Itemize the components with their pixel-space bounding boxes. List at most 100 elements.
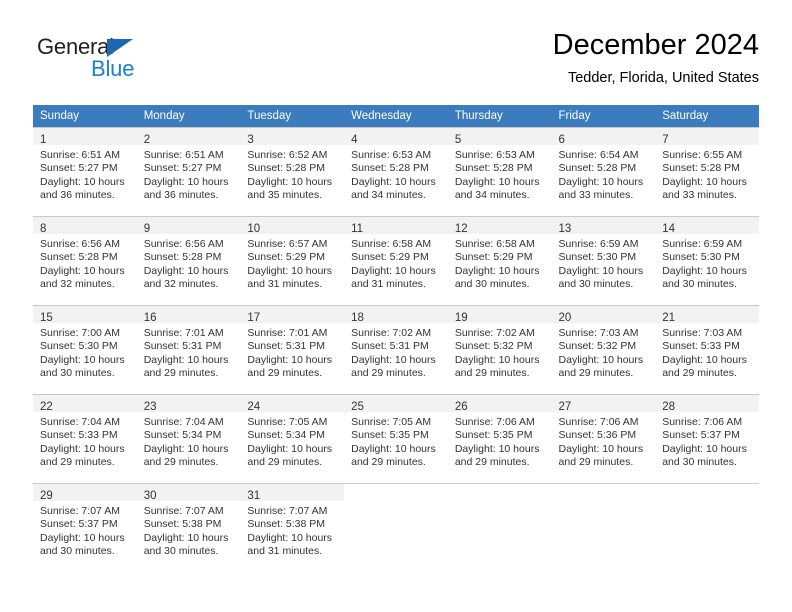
day-cell[interactable]: 26 Sunrise: 7:06 AM Sunset: 5:35 PM Dayligh… [447,394,552,483]
day-number: 9 [143,223,151,235]
day-cell[interactable]: 8 Sunrise: 6:56 AM Sunset: 5:28 PM Daylight… [33,216,137,305]
day-cell[interactable]: 16 Sunrise: 7:01 AM Sunset: 5:31 PM Dayligh… [136,305,241,394]
daylight-text: Daylight: 10 hours and 31 minutes. [351,264,436,291]
day-number-band: 18 [344,306,448,324]
day-cell[interactable]: 24 Sunrise: 7:05 AM Sunset: 5:34 PM Dayligh… [240,394,345,483]
day-cell-inner [551,483,656,572]
day-number: 8 [40,223,47,235]
day-number-band: 7 [655,128,759,146]
day-number-band: 6 [551,128,656,146]
sunrise-text: Sunrise: 7:07 AM [40,505,120,517]
day-cell[interactable]: 7 Sunrise: 6:55 AM Sunset: 5:28 PM Daylight… [655,127,759,216]
day-number: 4 [351,134,358,146]
sunset-text: Sunset: 5:28 PM [40,251,118,264]
day-cell-inner: 26 Sunrise: 7:06 AM Sunset: 5:35 PM Dayligh… [447,394,552,483]
sunset-text: Sunset: 5:29 PM [247,251,326,264]
day-cell-inner: 29 Sunrise: 7:07 AM Sunset: 5:37 PM Dayligh… [33,483,137,572]
day-number-band: 22 [33,395,137,413]
day-cell[interactable]: 31 Sunrise: 7:07 AM Sunset: 5:38 PM Dayligh… [240,483,345,572]
day-number: 7 [662,134,669,146]
day-cell[interactable]: 30 Sunrise: 7:07 AM Sunset: 5:38 PM Dayligh… [136,483,241,572]
day-details: Sunrise: 7:06 AM Sunset: 5:35 PM Daylight:… [448,412,552,470]
day-cell[interactable]: 29 Sunrise: 7:07 AM Sunset: 5:37 PM Dayligh… [33,483,137,572]
day-cell[interactable]: 20 Sunrise: 7:03 AM Sunset: 5:32 PM Dayligh… [551,305,656,394]
daylight-text: Daylight: 10 hours and 34 minutes. [351,175,436,202]
day-cell[interactable]: 25 Sunrise: 7:05 AM Sunset: 5:35 PM Dayligh… [344,394,448,483]
daylight-text: Daylight: 10 hours and 30 minutes. [143,531,229,558]
day-cell[interactable]: 6 Sunrise: 6:54 AM Sunset: 5:28 PM Daylight… [551,127,656,216]
day-details: Sunrise: 7:06 AM Sunset: 5:37 PM Daylight:… [655,412,759,470]
day-cell[interactable]: 27 Sunrise: 7:06 AM Sunset: 5:36 PM Dayligh… [551,394,656,483]
day-cell[interactable]: 21 Sunrise: 7:03 AM Sunset: 5:33 PM Dayligh… [655,305,759,394]
day-number: 25 [351,401,364,413]
day-number-band: 15 [33,306,137,324]
daylight-text: Daylight: 10 hours and 36 minutes. [40,175,125,202]
weekday-header-monday: Monday [136,105,241,127]
day-cell[interactable]: 3 Sunrise: 6:52 AM Sunset: 5:28 PM Daylight… [240,127,345,216]
daylight-text: Daylight: 10 hours and 31 minutes. [247,531,333,558]
day-number: 15 [40,312,53,324]
day-cell-inner: 14 Sunrise: 6:59 AM Sunset: 5:30 PM Dayligh… [655,216,759,305]
day-details: Sunrise: 6:52 AM Sunset: 5:28 PM Daylight:… [240,145,344,203]
day-cell-inner [655,483,759,572]
day-cell-inner: 20 Sunrise: 7:03 AM Sunset: 5:32 PM Dayligh… [551,305,656,394]
day-number: 21 [662,312,676,324]
day-cell-inner: 18 Sunrise: 7:02 AM Sunset: 5:31 PM Dayligh… [344,305,448,394]
day-number: 3 [247,134,254,146]
day-cell-inner: 16 Sunrise: 7:01 AM Sunset: 5:31 PM Dayligh… [136,305,241,394]
day-cell-inner: 22 Sunrise: 7:04 AM Sunset: 5:33 PM Dayligh… [33,394,137,483]
day-cell[interactable]: 19 Sunrise: 7:02 AM Sunset: 5:32 PM Dayligh… [447,305,552,394]
day-cell[interactable]: 2 Sunrise: 6:51 AM Sunset: 5:27 PM Daylight… [136,127,241,216]
sunset-text: Sunset: 5:30 PM [40,340,118,353]
weekday-header-friday: Friday [551,105,656,127]
daylight-text: Daylight: 10 hours and 30 minutes. [558,264,644,291]
sunrise-text: Sunrise: 6:57 AM [247,238,328,250]
day-cell[interactable]: 18 Sunrise: 7:02 AM Sunset: 5:31 PM Dayligh… [344,305,448,394]
day-cell[interactable]: 13 Sunrise: 6:59 AM Sunset: 5:30 PM Dayligh… [551,216,656,305]
sunset-text: Sunset: 5:32 PM [558,340,637,353]
day-cell[interactable]: 1 Sunrise: 6:51 AM Sunset: 5:27 PM Daylight… [33,127,137,216]
daylight-text: Daylight: 10 hours and 30 minutes. [454,264,540,291]
day-cell[interactable]: 28 Sunrise: 7:06 AM Sunset: 5:37 PM Dayligh… [655,394,759,483]
daylight-text: Daylight: 10 hours and 29 minutes. [558,353,644,380]
day-cell[interactable]: 17 Sunrise: 7:01 AM Sunset: 5:31 PM Dayligh… [240,305,345,394]
day-number-band: 28 [655,395,759,413]
sunrise-text: Sunrise: 7:03 AM [662,327,743,339]
day-cell[interactable]: 11 Sunrise: 6:58 AM Sunset: 5:29 PM Dayligh… [344,216,448,305]
sunrise-text: Sunrise: 7:02 AM [454,327,535,339]
weekday-header-sunday: Sunday [33,105,137,127]
sunrise-text: Sunrise: 7:02 AM [351,327,432,339]
day-cell[interactable]: 23 Sunrise: 7:04 AM Sunset: 5:34 PM Dayligh… [136,394,241,483]
day-cell[interactable]: 12 Sunrise: 6:58 AM Sunset: 5:29 PM Dayligh… [447,216,552,305]
calendar-week-row: 29 Sunrise: 7:07 AM Sunset: 5:37 PM Dayligh… [33,483,759,572]
sunset-text: Sunset: 5:36 PM [558,429,637,442]
day-cell[interactable]: 10 Sunrise: 6:57 AM Sunset: 5:29 PM Dayligh… [240,216,345,305]
day-details: Sunrise: 7:03 AM Sunset: 5:32 PM Daylight:… [552,323,656,381]
day-number-band: 29 [33,484,137,502]
day-cell-inner: 19 Sunrise: 7:02 AM Sunset: 5:32 PM Dayligh… [447,305,552,394]
sunset-text: Sunset: 5:30 PM [558,251,637,264]
day-cell-empty [551,483,656,572]
sunset-text: Sunset: 5:28 PM [247,162,326,175]
day-cell[interactable]: 5 Sunrise: 6:53 AM Sunset: 5:28 PM Daylight… [447,127,552,216]
daylight-text: Daylight: 10 hours and 32 minutes. [143,264,229,291]
daylight-text: Daylight: 10 hours and 29 minutes. [247,442,333,469]
weekday-header-wednesday: Wednesday [344,105,448,127]
day-cell[interactable]: 14 Sunrise: 6:59 AM Sunset: 5:30 PM Dayligh… [655,216,759,305]
day-details: Sunrise: 7:01 AM Sunset: 5:31 PM Daylight:… [137,323,241,381]
day-cell[interactable]: 22 Sunrise: 7:04 AM Sunset: 5:33 PM Dayligh… [33,394,137,483]
day-cell[interactable]: 15 Sunrise: 7:00 AM Sunset: 5:30 PM Dayligh… [33,305,137,394]
daylight-text: Daylight: 10 hours and 29 minutes. [143,442,229,469]
day-cell[interactable]: 9 Sunrise: 6:56 AM Sunset: 5:28 PM Daylight… [136,216,241,305]
day-details: Sunrise: 6:51 AM Sunset: 5:27 PM Daylight:… [33,145,137,203]
sunset-text: Sunset: 5:31 PM [143,340,222,353]
day-cell[interactable]: 4 Sunrise: 6:53 AM Sunset: 5:28 PM Daylight… [344,127,448,216]
day-details: Sunrise: 6:54 AM Sunset: 5:28 PM Daylight:… [552,145,656,203]
day-details: Sunrise: 7:06 AM Sunset: 5:36 PM Daylight:… [552,412,656,470]
day-cell-inner: 7 Sunrise: 6:55 AM Sunset: 5:28 PM Daylight… [655,127,759,216]
generalblue-logo[interactable]: General Blue [37,34,197,86]
sunrise-text: Sunrise: 6:51 AM [143,149,224,161]
day-number: 10 [247,223,261,235]
logo-triangle-icon [107,39,133,57]
day-number-band: 11 [344,217,448,235]
